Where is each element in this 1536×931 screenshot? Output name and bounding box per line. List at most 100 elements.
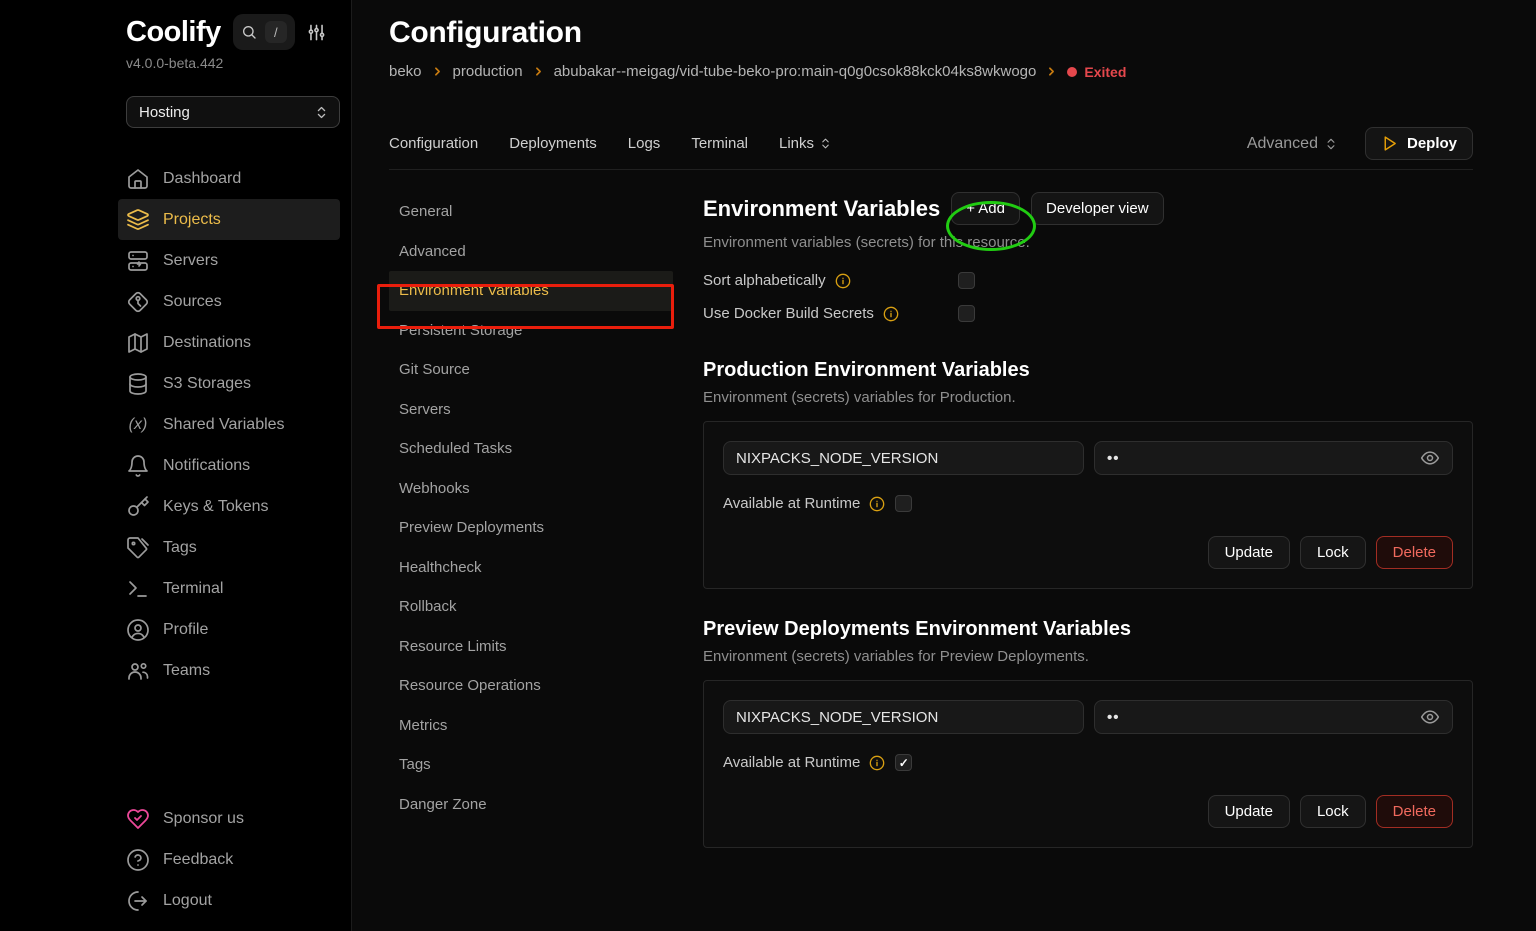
server-icon	[126, 249, 150, 273]
breadcrumb-team[interactable]: beko	[389, 63, 422, 80]
main-area: Configuration beko production abubakar--…	[352, 0, 1536, 931]
tabs: Configuration Deployments Logs Terminal …	[389, 135, 832, 152]
info-icon[interactable]	[869, 496, 885, 512]
variable-key-input[interactable]	[723, 441, 1084, 475]
breadcrumb: beko production abubakar--meigag/vid-tub…	[389, 63, 1473, 80]
breadcrumb-resource[interactable]: abubakar--meigag/vid-tube-beko-pro:main-…	[554, 63, 1037, 80]
info-icon[interactable]	[869, 755, 885, 771]
sidebar: Coolify / v4.0.0-beta.442 Hosting Dashbo…	[0, 0, 352, 931]
sidebar-item-teams[interactable]: Teams	[118, 650, 340, 691]
submenu-item-preview-deployments[interactable]: Preview Deployments	[389, 508, 673, 548]
submenu-item-resource-operations[interactable]: Resource Operations	[389, 666, 673, 706]
delete-button[interactable]: Delete	[1376, 795, 1453, 828]
tab-links[interactable]: Links	[779, 135, 832, 152]
sidebar-item-feedback[interactable]: Feedback	[118, 839, 340, 880]
tab-deployments[interactable]: Deployments	[509, 135, 597, 152]
card-actions: Update Lock Delete	[723, 536, 1453, 569]
advanced-select[interactable]: Advanced	[1247, 135, 1338, 153]
submenu-item-general[interactable]: General	[389, 192, 673, 232]
git-source-icon	[126, 290, 150, 314]
sidebar-item-dashboard[interactable]: Dashboard	[118, 158, 340, 199]
team-select[interactable]: Hosting	[126, 96, 340, 128]
submenu-item-resource-limits[interactable]: Resource Limits	[389, 627, 673, 667]
docker-build-secrets-checkbox[interactable]	[958, 305, 975, 322]
sidebar-item-s3-storages[interactable]: S3 Storages	[118, 363, 340, 404]
runtime-checkbox[interactable]: ✓	[895, 754, 912, 771]
submenu-item-persistent-storage[interactable]: Persistent Storage	[389, 311, 673, 351]
status-badge: Exited	[1067, 64, 1126, 80]
sidebar-item-shared-variables[interactable]: (x) Shared Variables	[118, 404, 340, 445]
breadcrumb-environment[interactable]: production	[453, 63, 523, 80]
sidebar-item-sources[interactable]: Sources	[118, 281, 340, 322]
submenu-item-tags[interactable]: Tags	[389, 745, 673, 785]
sidebar-item-tags[interactable]: Tags	[118, 527, 340, 568]
sidebar-item-profile[interactable]: Profile	[118, 609, 340, 650]
search-button[interactable]: /	[233, 14, 295, 50]
runtime-checkbox[interactable]	[895, 495, 912, 512]
lock-button[interactable]: Lock	[1300, 795, 1366, 828]
update-button[interactable]: Update	[1208, 795, 1290, 828]
production-variable-card: •• Available at Runtime Update Lock Dele…	[703, 421, 1473, 589]
submenu-item-rollback[interactable]: Rollback	[389, 587, 673, 627]
update-button[interactable]: Update	[1208, 536, 1290, 569]
submenu-item-danger-zone[interactable]: Danger Zone	[389, 785, 673, 825]
card-actions: Update Lock Delete	[723, 795, 1453, 828]
eye-icon[interactable]	[1420, 707, 1440, 727]
submenu-item-advanced[interactable]: Advanced	[389, 232, 673, 272]
add-variable-button[interactable]: + Add	[951, 192, 1020, 225]
delete-button[interactable]: Delete	[1376, 536, 1453, 569]
submenu-item-servers[interactable]: Servers	[389, 390, 673, 430]
production-section-title: Production Environment Variables	[703, 359, 1473, 382]
sort-alphabetically-checkbox[interactable]	[958, 272, 975, 289]
submenu-item-metrics[interactable]: Metrics	[389, 706, 673, 746]
tab-terminal[interactable]: Terminal	[691, 135, 748, 152]
info-icon[interactable]	[835, 273, 851, 289]
sidebar-item-sponsor-us[interactable]: Sponsor us	[118, 798, 340, 839]
chevron-right-icon	[1045, 65, 1058, 78]
toggles: Sort alphabetically Use Docker Build Sec…	[703, 264, 1473, 330]
database-icon	[126, 372, 150, 396]
submenu-item-webhooks[interactable]: Webhooks	[389, 469, 673, 509]
sidebar-item-servers[interactable]: Servers	[118, 240, 340, 281]
submenu-item-healthcheck[interactable]: Healthcheck	[389, 548, 673, 588]
developer-view-button[interactable]: Developer view	[1031, 192, 1164, 225]
submenu-item-scheduled-tasks[interactable]: Scheduled Tasks	[389, 429, 673, 469]
deploy-button[interactable]: Deploy	[1365, 127, 1473, 160]
team-select-value: Hosting	[139, 104, 190, 121]
status-dot-icon	[1067, 67, 1077, 77]
layers-icon	[126, 208, 150, 232]
tab-logs[interactable]: Logs	[628, 135, 661, 152]
submenu-item-git-source[interactable]: Git Source	[389, 350, 673, 390]
variable-value-input[interactable]: ••	[1094, 700, 1453, 734]
settings-sliders-button[interactable]	[307, 23, 326, 42]
sidebar-item-logout[interactable]: Logout	[118, 880, 340, 921]
content-head: Environment Variables + Add Developer vi…	[703, 192, 1473, 225]
app-logo: Coolify	[126, 16, 221, 49]
sidebar-item-label: Profile	[163, 621, 208, 639]
eye-icon[interactable]	[1420, 448, 1440, 468]
sidebar-item-label: Sponsor us	[163, 810, 244, 828]
preview-section-subtitle: Environment (secrets) variables for Prev…	[703, 648, 1473, 665]
sidebar-footer: Sponsor us Feedback Logout	[126, 798, 340, 921]
variable-value-input[interactable]: ••	[1094, 441, 1453, 475]
toggle-label: Use Docker Build Secrets	[703, 305, 874, 322]
info-icon[interactable]	[883, 306, 899, 322]
user-circle-icon	[126, 618, 150, 642]
content-title: Environment Variables	[703, 196, 940, 222]
sidebar-item-label: Notifications	[163, 457, 250, 475]
play-icon	[1381, 135, 1398, 152]
tab-configuration[interactable]: Configuration	[389, 135, 478, 152]
submenu-item-environment-variables[interactable]: Environment Variables	[389, 271, 673, 311]
sidebar-item-label: Servers	[163, 252, 218, 270]
sidebar-item-notifications[interactable]: Notifications	[118, 445, 340, 486]
sidebar-item-keys-tokens[interactable]: Keys & Tokens	[118, 486, 340, 527]
sidebar-item-destinations[interactable]: Destinations	[118, 322, 340, 363]
sidebar-item-label: Tags	[163, 539, 197, 557]
sidebar-item-projects[interactable]: Projects	[118, 199, 340, 240]
variable-key-input[interactable]	[723, 700, 1084, 734]
lock-button[interactable]: Lock	[1300, 536, 1366, 569]
sidebar-item-terminal[interactable]: Terminal	[118, 568, 340, 609]
production-section-subtitle: Environment (secrets) variables for Prod…	[703, 389, 1473, 406]
content-subtitle: Environment variables (secrets) for this…	[703, 234, 1473, 251]
chevrons-up-down-icon	[1324, 137, 1338, 151]
